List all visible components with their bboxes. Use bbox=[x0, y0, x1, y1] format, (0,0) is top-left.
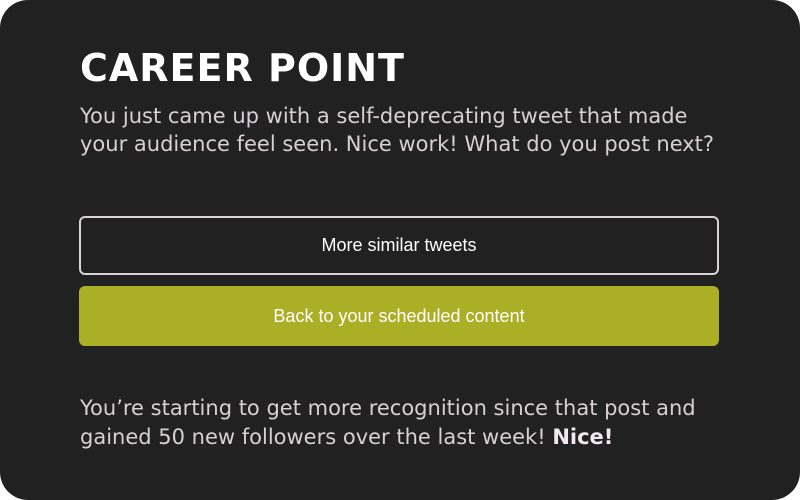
outcome-emphasis: Nice! bbox=[552, 425, 614, 449]
career-point-card: CAREER POINT You just came up with a sel… bbox=[0, 0, 800, 500]
choice-more-similar-tweets-button[interactable]: More similar tweets bbox=[79, 216, 719, 275]
choice-label: More similar tweets bbox=[321, 235, 477, 255]
choice-label: Back to your scheduled content bbox=[273, 305, 525, 326]
choice-back-to-scheduled-content-button[interactable]: Back to your scheduled content bbox=[79, 286, 719, 346]
outcome-text: You’re starting to get more recognition … bbox=[80, 394, 730, 452]
card-title: CAREER POINT bbox=[80, 46, 405, 90]
scenario-prompt: You just came up with a self-deprecating… bbox=[80, 104, 715, 156]
